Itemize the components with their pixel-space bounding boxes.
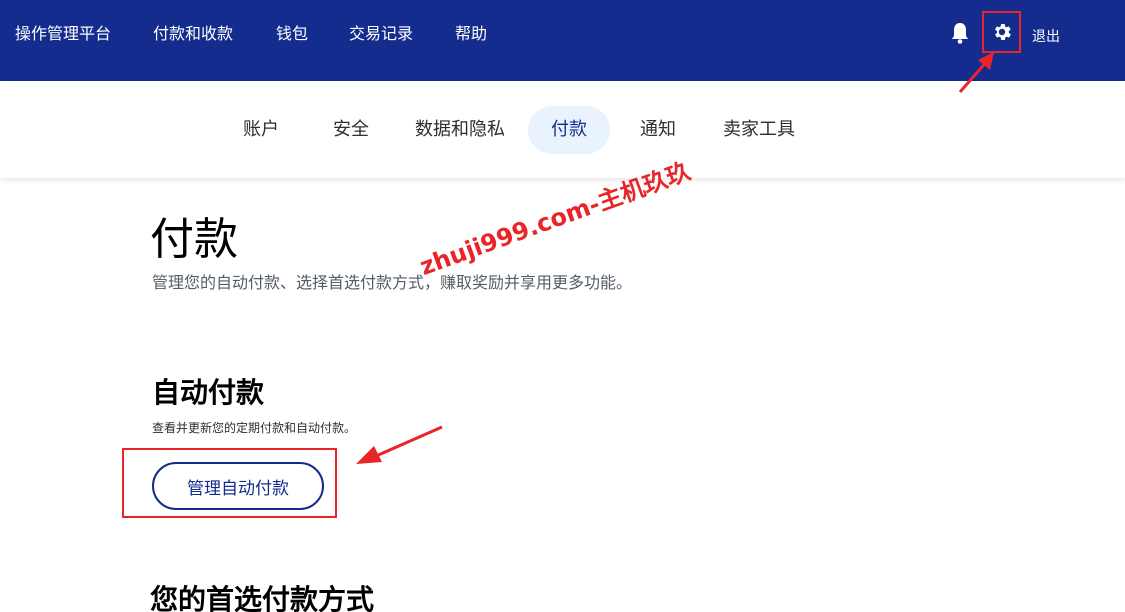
top-navigation-bar: 操作管理平台 付款和收款 钱包 交易记录 帮助 退出 [0, 0, 1125, 81]
gear-icon[interactable] [982, 11, 1021, 53]
annotation-arrow-manage [356, 425, 443, 464]
preferred-payment-title: 您的首选付款方式 [150, 583, 375, 612]
page-description: 管理您的自动付款、选择首选付款方式，赚取奖励并享用更多功能。 [152, 273, 633, 292]
auto-payments-description: 查看并更新您的定期付款和自动付款。 [152, 421, 357, 435]
tab-payments[interactable]: 付款 [528, 106, 610, 154]
nav-send-and-request[interactable]: 付款和收款 [153, 24, 233, 44]
tab-account[interactable]: 账户 [243, 106, 279, 154]
auto-payments-title: 自动付款 [152, 376, 265, 409]
tab-seller-tools[interactable]: 卖家工具 [723, 106, 795, 154]
page-title: 付款 [150, 214, 238, 265]
nav-wallet[interactable]: 钱包 [276, 24, 308, 44]
tab-data-and-privacy[interactable]: 数据和隐私 [415, 106, 505, 154]
tab-notifications[interactable]: 通知 [640, 106, 676, 154]
nav-help[interactable]: 帮助 [455, 24, 487, 44]
tab-security[interactable]: 安全 [333, 106, 369, 154]
manage-auto-payments-button[interactable]: 管理自动付款 [152, 462, 324, 510]
nav-activity[interactable]: 交易记录 [349, 24, 413, 44]
logout-link[interactable]: 退出 [1032, 26, 1060, 46]
settings-tabs: 账户 安全 数据和隐私 付款 通知 卖家工具 [0, 81, 1125, 178]
bell-icon[interactable] [948, 20, 972, 46]
nav-dashboard[interactable]: 操作管理平台 [15, 24, 111, 44]
